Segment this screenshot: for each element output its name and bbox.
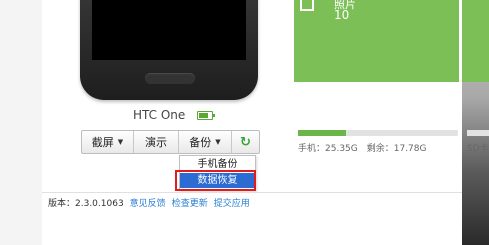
submit-app-link[interactable]: 提交应用 [214, 196, 250, 209]
demo-button[interactable]: 演示 [134, 131, 179, 153]
footer-divider [42, 192, 462, 193]
phone-home-button [145, 73, 195, 84]
caret-down-icon: ▼ [215, 138, 221, 146]
phone-screen [92, 0, 246, 60]
refresh-button[interactable]: ↻ [232, 131, 259, 153]
phone-storage-text: 手机：25.35G 剩余：17.78G [298, 144, 427, 154]
backup-button[interactable]: 备份 ▼ [179, 131, 232, 153]
phone-storage-bar [298, 130, 458, 136]
selection-highlight-box [175, 170, 256, 191]
backup-button-label: 备份 [189, 136, 212, 149]
footer: 版本：2.3.0.1063 意见反馈 检查更新 提交应用 [48, 196, 250, 209]
battery-icon [197, 111, 215, 120]
sd-storage-text: SD卡 [467, 144, 489, 154]
caret-down-icon: ▼ [117, 138, 124, 146]
version-text: 版本：2.3.0.1063 [48, 199, 124, 209]
refresh-icon: ↻ [240, 134, 251, 150]
device-name: HTC One [133, 108, 186, 122]
window-left-edge [0, 0, 42, 245]
screenshot-button-label: 截屏 [91, 136, 114, 149]
photos-tile-count: 10 [334, 8, 350, 22]
phone-storage-used [298, 130, 346, 136]
image-icon [300, 0, 314, 11]
sd-storage-bar [467, 130, 489, 136]
screenshot-button[interactable]: 截屏 ▼ [82, 131, 134, 153]
device-toolbar: 截屏 ▼ 演示 备份 ▼ ↻ [81, 130, 260, 154]
check-update-link[interactable]: 检查更新 [172, 196, 208, 209]
demo-button-label: 演示 [145, 136, 167, 149]
battery-level [199, 113, 208, 118]
next-tile[interactable] [462, 0, 489, 82]
feedback-link[interactable]: 意见反馈 [130, 196, 166, 209]
photos-tile[interactable] [294, 0, 459, 82]
